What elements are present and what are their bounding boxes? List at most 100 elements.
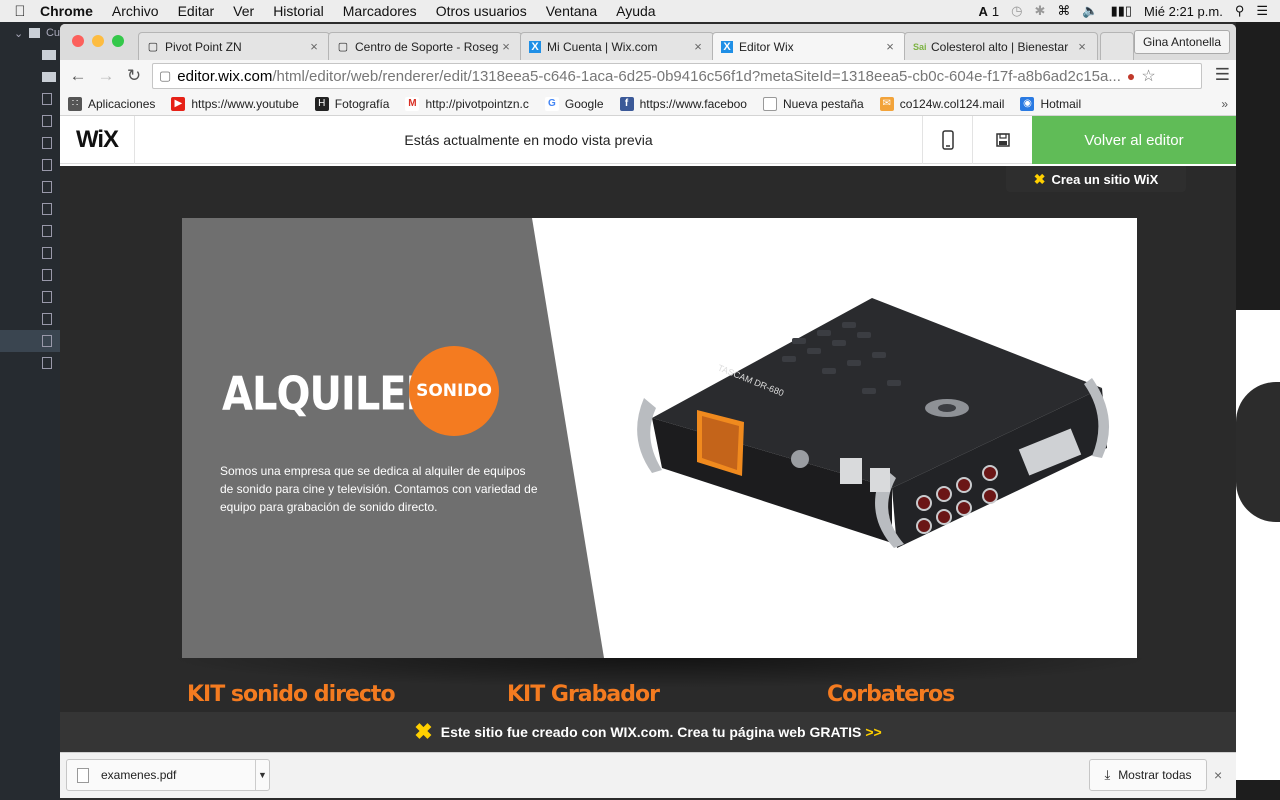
show-all-downloads-button[interactable]: ⤓ Mostrar todas [1089, 759, 1207, 791]
bookmark-label: co124w.col124.mail [899, 96, 1005, 111]
adobe-status-icon[interactable]: A [979, 4, 988, 19]
extension-icon[interactable]: ● [1127, 68, 1135, 84]
file-icon [42, 357, 52, 369]
menu-ventana[interactable]: Ventana [546, 3, 597, 19]
hotmail-icon: ◉ [1020, 96, 1035, 111]
bookmark-pivotpoint[interactable]: Mhttp://pivotpointzn.c [405, 96, 529, 111]
tree-file-selected[interactable] [0, 330, 60, 352]
menu-app-chrome[interactable]: Chrome [40, 3, 93, 19]
save-disk-icon [995, 133, 1010, 147]
tab-title: Editor Wix [739, 39, 794, 54]
notification-center-icon[interactable]: ☰ [1256, 3, 1268, 19]
create-site-ribbon[interactable]: ✖ Crea un sitio WiX [1006, 166, 1186, 192]
file-icon [42, 159, 52, 171]
wifi-icon[interactable]: ⌘ [1057, 3, 1070, 19]
tab-editor-wix[interactable]: X Editor Wix × [712, 32, 906, 60]
battery-icon[interactable]: ▮▮▯ [1111, 3, 1132, 19]
more-bookmarks-icon[interactable]: » [1221, 97, 1228, 111]
bookmark-fotografia[interactable]: H Fotografía [314, 96, 389, 111]
wix-free-banner[interactable]: ✖ Este sitio fue creado con WIX.com. Cre… [60, 712, 1236, 752]
download-filename: examenes.pdf [101, 768, 177, 782]
tab-mi-cuenta[interactable]: X Mi Cuenta | Wix.com × [520, 32, 714, 60]
kit-grabador-link[interactable]: KIT Grabador [507, 682, 660, 707]
tab-centro-soporte[interactable]: ▢ Centro de Soporte - Roseg × [328, 32, 522, 60]
wix-logo[interactable]: WiX [60, 115, 135, 164]
tree-file[interactable] [0, 176, 60, 198]
back-to-editor-button[interactable]: Volver al editor [1032, 116, 1236, 164]
profile-button[interactable]: Gina Antonella [1133, 30, 1230, 54]
menu-editar[interactable]: Editar [178, 3, 215, 19]
apple-menu-icon[interactable]:  [0, 3, 40, 20]
tree-folder[interactable] [0, 66, 60, 88]
audio-recorder-image: TASCAM DR-680 [637, 298, 1110, 548]
bookmark-mail[interactable]: ✉ co124w.col124.mail [879, 96, 1005, 111]
apps-grid-icon: ∷ [68, 96, 82, 111]
spotlight-search-icon[interactable]: ⚲ [1235, 3, 1245, 19]
tree-file[interactable] [0, 308, 60, 330]
bookmark-star-icon[interactable]: ☆ [1141, 66, 1155, 86]
time-machine-icon[interactable]: ◷ [1011, 3, 1022, 19]
tree-file[interactable] [0, 286, 60, 308]
volume-icon[interactable]: 🔈 [1082, 3, 1098, 19]
back-arrow-icon[interactable]: ← [64, 66, 92, 86]
close-tab-icon[interactable]: × [499, 39, 513, 54]
bookmark-facebook[interactable]: f https://www.faceboo [619, 96, 747, 111]
zoom-window-button[interactable] [112, 35, 124, 47]
bookmark-google[interactable]: G Google [544, 96, 604, 111]
gmail-icon: M [405, 96, 420, 111]
minimize-window-button[interactable] [92, 35, 104, 47]
bookmark-hotmail[interactable]: ◉ Hotmail [1020, 96, 1081, 111]
tree-folder[interactable] [0, 44, 60, 66]
create-site-label: Crea un sitio WiX [1051, 171, 1159, 187]
menu-archivo[interactable]: Archivo [112, 3, 159, 19]
clock[interactable]: Mié 2:21 p.m. [1144, 4, 1223, 19]
tree-file[interactable] [0, 132, 60, 154]
menu-marcadores[interactable]: Marcadores [343, 3, 417, 19]
file-icon [42, 203, 52, 215]
menu-ver[interactable]: Ver [233, 3, 254, 19]
reload-icon[interactable]: ↻ [120, 66, 148, 86]
close-shelf-icon[interactable]: × [1214, 767, 1222, 783]
address-host: editor.wix.com [177, 67, 273, 85]
close-tab-icon[interactable]: × [691, 39, 705, 54]
bluetooth-icon[interactable]: ✱ [1034, 3, 1045, 19]
close-tab-icon[interactable]: × [883, 39, 897, 54]
menu-historial[interactable]: Historial [273, 3, 324, 19]
download-item[interactable]: examenes.pdf ▼ [66, 759, 270, 791]
corbateros-link[interactable]: Corbateros [827, 682, 955, 707]
forward-arrow-icon[interactable]: → [92, 66, 120, 86]
folder-icon [42, 50, 56, 60]
tree-file[interactable] [0, 242, 60, 264]
tree-file[interactable] [0, 198, 60, 220]
tree-file[interactable] [0, 352, 60, 374]
kit-sonido-directo-link[interactable]: KIT sonido directo [187, 682, 396, 707]
tree-file[interactable] [0, 88, 60, 110]
tree-root[interactable]: ⌄ Cu [0, 22, 60, 44]
site-preview: ✖ Crea un sitio WiX ALQUILER SONIDO Somo… [60, 166, 1236, 712]
tree-file[interactable] [0, 110, 60, 132]
page-info-icon[interactable]: ▢ [159, 68, 171, 84]
close-tab-icon[interactable]: × [307, 39, 321, 54]
save-button[interactable] [972, 116, 1032, 164]
tree-file[interactable] [0, 154, 60, 176]
tab-colesterol[interactable]: Sai Colesterol alto | Bienestar × [904, 32, 1098, 60]
background-window-edge [1236, 22, 1280, 800]
menu-otros-usuarios[interactable]: Otros usuarios [436, 3, 527, 19]
tree-file[interactable] [0, 264, 60, 286]
address-bar[interactable]: ▢ editor.wix.com /html/editor/web/render… [152, 63, 1202, 89]
mobile-view-button[interactable] [922, 116, 972, 164]
tab-pivot-point[interactable]: ▢ Pivot Point ZN × [138, 32, 330, 60]
close-window-button[interactable] [72, 35, 84, 47]
close-tab-icon[interactable]: × [1075, 39, 1089, 54]
download-options-icon[interactable]: ▼ [255, 760, 269, 790]
bookmark-label: http://pivotpointzn.c [425, 96, 529, 111]
bookmark-aplicaciones[interactable]: ∷ Aplicaciones [68, 96, 155, 111]
menu-ayuda[interactable]: Ayuda [616, 3, 655, 19]
tree-file[interactable] [0, 220, 60, 242]
browser-menu-icon[interactable]: ☰ [1215, 65, 1230, 85]
file-icon [42, 269, 52, 281]
new-tab-button[interactable] [1100, 32, 1134, 60]
bookmark-nueva-pestana[interactable]: Nueva pestaña [762, 96, 864, 111]
hero-banner: ALQUILER SONIDO Somos una empresa que se… [182, 218, 1137, 658]
bookmark-youtube[interactable]: ▶ https://www.youtube [171, 96, 299, 111]
